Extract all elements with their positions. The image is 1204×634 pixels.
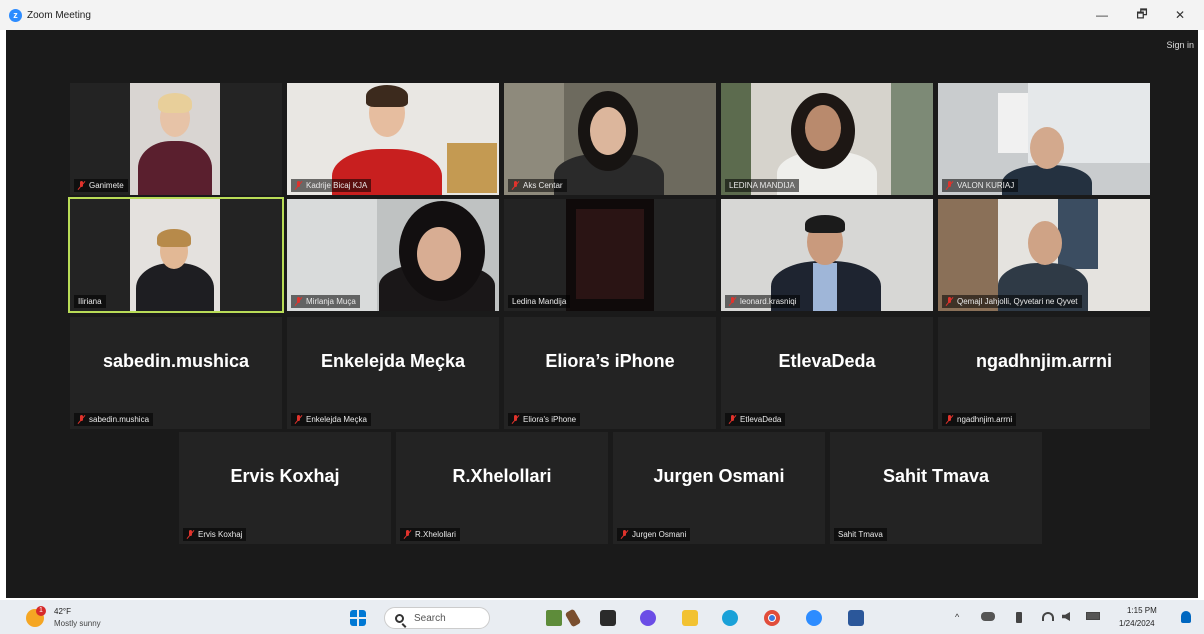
participant-tile[interactable]: Eliora’s iPhone Eliora's iPhone xyxy=(504,317,716,429)
game-app-icon[interactable] xyxy=(564,608,582,628)
participant-name-tag: Sahit Tmava xyxy=(834,528,887,541)
participant-display-name: ngadhnjim.arrni xyxy=(975,351,1112,372)
mic-muted-icon xyxy=(404,530,411,539)
mic-muted-icon xyxy=(946,181,953,190)
edge-browser-icon[interactable] xyxy=(722,610,738,626)
notification-bell-icon[interactable] xyxy=(1181,611,1191,623)
participant-display-name: sabedin.mushica xyxy=(102,351,250,372)
participant-name-tag: Eliora's iPhone xyxy=(508,413,581,426)
close-button[interactable]: ✕ xyxy=(1162,0,1198,30)
participant-name-tag: Jurgen Osmani xyxy=(617,528,691,541)
participant-tile[interactable]: ngadhnjim.arrni ngadhnjim.arrni xyxy=(938,317,1150,429)
clock-time[interactable]: 1:15 PM xyxy=(1127,606,1157,615)
participant-name-tag: VALON KURIAJ xyxy=(942,179,1019,192)
teams-chat-icon[interactable] xyxy=(640,610,656,626)
restore-button[interactable]: 🗗 xyxy=(1124,0,1160,30)
participant-name-tag: Ledina Mandija xyxy=(508,295,571,308)
title-bar: z Zoom Meeting — 🗗 ✕ xyxy=(0,0,1204,30)
zoom-logo-icon: z xyxy=(9,8,22,22)
participant-name-tag: R.Xhelollari xyxy=(400,528,460,541)
participant-name-tag: leonard.krasniqi xyxy=(725,295,801,308)
participant-name-tag: Ganimete xyxy=(74,179,128,192)
participant-tile[interactable]: sabedin.mushica sabedin.mushica xyxy=(70,317,282,429)
participant-video xyxy=(566,199,654,311)
participant-name-tag: Qemajl Jahjolli, Qyvetari ne Qyvet xyxy=(942,295,1082,308)
task-view-icon[interactable] xyxy=(600,610,616,626)
window-title: Zoom Meeting xyxy=(27,9,91,21)
participant-display-name: Enkelejda Meçka xyxy=(320,351,466,372)
battery-icon[interactable] xyxy=(1086,612,1100,620)
mic-muted-icon xyxy=(512,181,519,190)
windows-taskbar: 1 42°F Mostly sunny Search ^ 1:15 PM 1/2… xyxy=(0,600,1204,634)
video-tile[interactable]: VALON KURIAJ xyxy=(938,83,1150,195)
weather-temperature: 42°F xyxy=(54,607,71,616)
participant-tile[interactable]: Ervis Koxhaj Ervis Koxhaj xyxy=(179,432,391,544)
video-tile[interactable]: Ganimete xyxy=(70,83,282,195)
wifi-icon[interactable] xyxy=(1042,612,1054,621)
participant-tile[interactable]: Sahit Tmava Sahit Tmava xyxy=(830,432,1042,544)
participant-video xyxy=(130,199,220,311)
participant-name-tag: Iliriana xyxy=(74,295,106,308)
mic-muted-icon xyxy=(729,297,736,306)
mic-muted-icon xyxy=(946,415,953,424)
mic-muted-icon xyxy=(295,297,302,306)
participant-video xyxy=(130,83,220,195)
participant-tile[interactable]: Jurgen Osmani Jurgen Osmani xyxy=(613,432,825,544)
video-tile[interactable]: Kadrije Bicaj KJA xyxy=(287,83,499,195)
search-placeholder: Search xyxy=(414,612,446,624)
mic-muted-icon xyxy=(621,530,628,539)
weather-condition: Mostly sunny xyxy=(54,619,101,628)
show-hidden-icons-chevron[interactable]: ^ xyxy=(955,612,959,622)
video-tile[interactable]: Ledina Mandija xyxy=(504,199,716,311)
participant-name-tag: Ervis Koxhaj xyxy=(183,528,247,541)
sign-in-link[interactable]: Sign in xyxy=(1166,40,1194,50)
volume-icon[interactable] xyxy=(1062,612,1070,621)
usb-device-icon[interactable] xyxy=(1016,612,1022,623)
mic-muted-icon xyxy=(295,181,302,190)
mic-muted-icon xyxy=(78,181,85,190)
clock-date[interactable]: 1/24/2024 xyxy=(1119,619,1155,628)
zoom-app-icon[interactable] xyxy=(806,610,822,626)
participant-tile[interactable]: Enkelejda Meçka Enkelejda Meçka xyxy=(287,317,499,429)
participant-name-tag: Enkelejda Meçka xyxy=(291,413,371,426)
participant-tile[interactable]: EtlevaDeda EtlevaDeda xyxy=(721,317,933,429)
video-tile-active-speaker[interactable]: Iliriana xyxy=(68,197,284,313)
participant-display-name: Eliora’s iPhone xyxy=(545,351,675,372)
participant-name-tag: EtlevaDeda xyxy=(725,413,786,426)
participant-name-tag: LEDINA MANDIJA xyxy=(725,179,799,192)
mic-muted-icon xyxy=(729,415,736,424)
cloud-sync-icon[interactable] xyxy=(981,612,995,621)
participant-name-tag: Kadrije Bicaj KJA xyxy=(291,179,372,192)
participant-name-tag: sabedin.mushica xyxy=(74,413,154,426)
participant-name-tag: Aks Centar xyxy=(508,179,567,192)
video-tile[interactable]: leonard.krasniqi xyxy=(721,199,933,311)
chrome-browser-icon[interactable] xyxy=(764,610,780,626)
video-tile[interactable]: LEDINA MANDIJA xyxy=(721,83,933,195)
search-icon xyxy=(395,613,404,623)
minimize-button[interactable]: — xyxy=(1084,0,1120,30)
participant-display-name: Ervis Koxhaj xyxy=(230,466,340,487)
video-tile[interactable]: Mirlanja Muça xyxy=(287,199,499,311)
meeting-gallery: Sign in Ganimete Kadrije Bicaj KJA Aks C… xyxy=(6,30,1198,598)
participant-display-name: Jurgen Osmani xyxy=(653,466,785,487)
mic-muted-icon xyxy=(295,415,302,424)
word-app-icon[interactable] xyxy=(848,610,864,626)
windows-start-icon[interactable] xyxy=(350,610,366,626)
file-explorer-icon[interactable] xyxy=(682,610,698,626)
participant-display-name: EtlevaDeda xyxy=(778,351,876,372)
mic-muted-icon xyxy=(78,415,85,424)
widgets-app-icon[interactable] xyxy=(546,610,562,626)
participant-name-tag: ngadhnjim.arrni xyxy=(942,413,1017,426)
video-tile[interactable]: Aks Centar xyxy=(504,83,716,195)
notification-badge: 1 xyxy=(36,606,46,616)
mic-muted-icon xyxy=(512,415,519,424)
participant-name-tag: Mirlanja Muça xyxy=(291,295,360,308)
video-tile[interactable]: Qemajl Jahjolli, Qyvetari ne Qyvet xyxy=(938,199,1150,311)
mic-muted-icon xyxy=(946,297,953,306)
participant-tile[interactable]: R.Xhelollari R.Xhelollari xyxy=(396,432,608,544)
participant-display-name: Sahit Tmava xyxy=(882,466,990,487)
taskbar-search-input[interactable]: Search xyxy=(384,607,490,629)
mic-muted-icon xyxy=(187,530,194,539)
participant-display-name: R.Xhelollari xyxy=(452,466,552,487)
